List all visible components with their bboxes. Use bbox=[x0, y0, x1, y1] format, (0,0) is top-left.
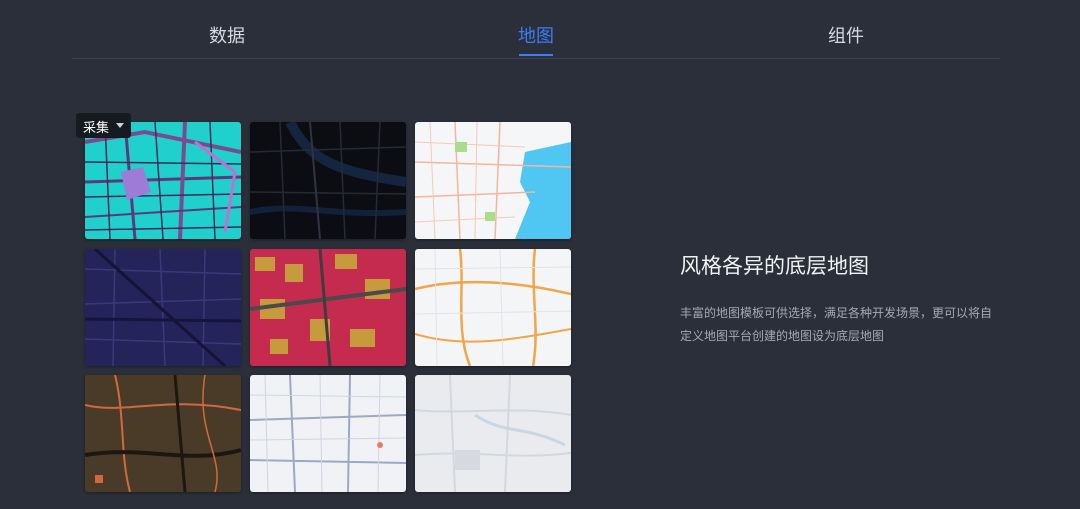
tab-map[interactable]: 地图 bbox=[518, 22, 554, 48]
map-style-dropdown[interactable]: 采集 bbox=[76, 113, 131, 138]
map-style-indigo-night[interactable] bbox=[85, 249, 241, 366]
feature-title: 风格各异的底层地图 bbox=[680, 254, 869, 278]
map-style-brown-copper[interactable] bbox=[85, 375, 241, 492]
feature-description: 丰富的地图模板可供选择，满足各种开发场景，更可以将自定义地图平台创建的地图设为底… bbox=[680, 306, 993, 343]
map-style-light-orange-roads[interactable] bbox=[415, 249, 571, 366]
map-style-crimson-gold[interactable] bbox=[250, 249, 406, 366]
tab-data[interactable]: 数据 bbox=[209, 22, 245, 48]
dropdown-selected-label: 采集 bbox=[83, 121, 110, 136]
map-style-pale-gray[interactable] bbox=[415, 375, 571, 492]
map-style-light-blue-water[interactable] bbox=[415, 122, 571, 239]
tab-components[interactable]: 组件 bbox=[828, 22, 864, 48]
tab-bar: 数据 地图 组件 bbox=[72, 0, 1000, 59]
map-style-black[interactable] bbox=[250, 122, 406, 239]
caret-down-icon bbox=[116, 123, 124, 128]
active-tab-indicator bbox=[519, 54, 553, 56]
map-style-cyan-purple[interactable] bbox=[85, 122, 241, 239]
map-style-light-gray-blue[interactable] bbox=[250, 375, 406, 492]
